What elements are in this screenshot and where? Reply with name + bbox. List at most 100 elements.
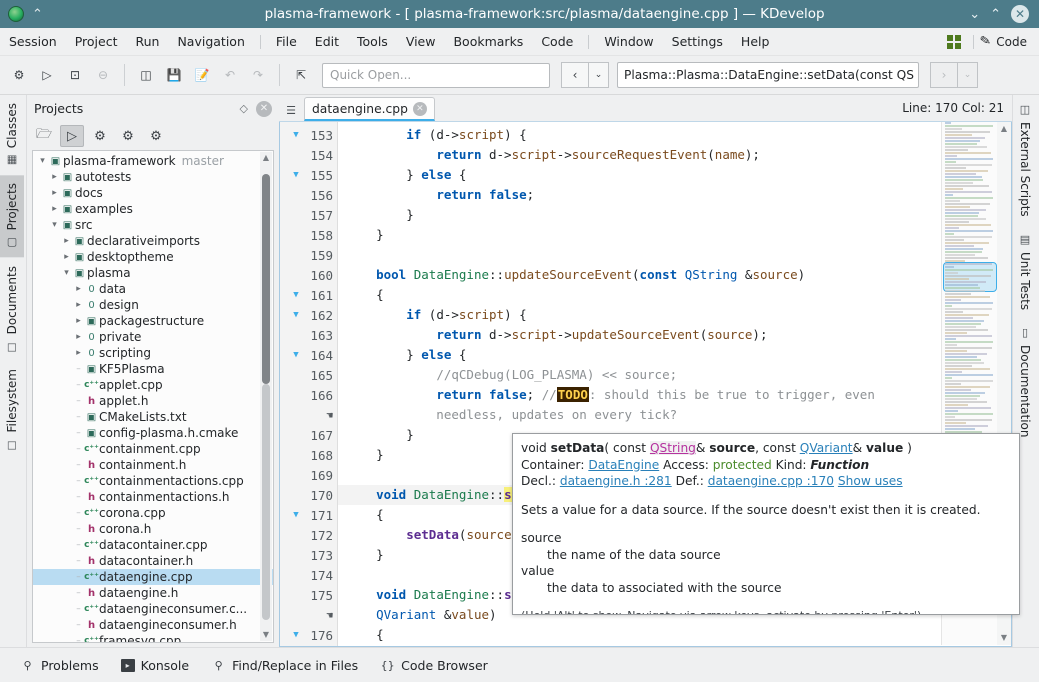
- code-line[interactable]: //qCDebug(LOG_PLASMA) << source;: [338, 365, 1011, 385]
- configure-icon[interactable]: ⚙: [88, 125, 112, 147]
- jump-to-declaration-icon[interactable]: ⇱: [288, 62, 314, 88]
- sidebar-tab-projects[interactable]: ▢ Projects: [0, 175, 24, 257]
- status-item-konsole[interactable]: ▸ Konsole: [121, 658, 189, 673]
- build-icon[interactable]: ▷: [34, 62, 60, 88]
- pin-icon[interactable]: ◇: [240, 102, 248, 115]
- tree-item-applet-cpp[interactable]: –c⁺⁺applet.cpp: [33, 377, 273, 393]
- tree-twisty-expanded-icon[interactable]: ▾: [37, 156, 48, 166]
- configure-build-icon[interactable]: ⚙: [116, 125, 140, 147]
- minimize-button[interactable]: ⌄: [969, 7, 980, 22]
- sidebar-tab-documentation[interactable]: ▯ Documentation: [1013, 318, 1037, 446]
- window-menu-chevron-icon[interactable]: ⌃: [32, 8, 43, 21]
- tooltip-def-link[interactable]: dataengine.cpp :170: [708, 474, 834, 488]
- menu-bookmarks[interactable]: Bookmarks: [444, 31, 532, 52]
- project-tree[interactable]: ▾▣plasma-frameworkmaster▸▣autotests▸▣doc…: [32, 150, 274, 643]
- fold-toggle-icon[interactable]: ▼: [289, 350, 303, 360]
- tree-item-corona-h[interactable]: –hcorona.h: [33, 521, 273, 537]
- install-icon[interactable]: ⊡: [62, 62, 88, 88]
- code-line[interactable]: } else {: [338, 165, 1011, 185]
- menu-session[interactable]: Session: [0, 31, 66, 52]
- tooltip-show-uses-link[interactable]: Show uses: [838, 474, 903, 488]
- configure-launches-icon[interactable]: ⚙: [144, 125, 168, 147]
- editor-scroll-down-icon[interactable]: ▼: [997, 631, 1011, 645]
- tree-item-framesvg-cpp[interactable]: –c⁺⁺framesvg.cpp: [33, 633, 273, 643]
- tree-twisty-collapsed-icon[interactable]: ▸: [49, 188, 60, 198]
- tree-item-data[interactable]: ▸὜0data: [33, 281, 273, 297]
- menu-settings[interactable]: Settings: [663, 31, 732, 52]
- tree-item-dataengineconsumer-c-[interactable]: –c⁺⁺dataengineconsumer.c...: [33, 601, 273, 617]
- tree-item-containmentactions-cpp[interactable]: –c⁺⁺containmentactions.cpp: [33, 473, 273, 489]
- tree-item-containment-cpp[interactable]: –c⁺⁺containment.cpp: [33, 441, 273, 457]
- execute-icon[interactable]: ⚙: [6, 62, 32, 88]
- sidebar-tab-documents[interactable]: ☐ Documents: [0, 258, 24, 361]
- quick-open-input[interactable]: Quick Open...: [322, 63, 550, 88]
- tree-item-kf5plasma[interactable]: –▣KF5Plasma: [33, 361, 273, 377]
- tree-twisty-expanded-icon[interactable]: ▾: [61, 268, 72, 278]
- sidebar-tab-classes[interactable]: ▦ Classes: [0, 95, 24, 175]
- tree-item-datacontainer-h[interactable]: –hdatacontainer.h: [33, 553, 273, 569]
- menu-edit[interactable]: Edit: [306, 31, 348, 52]
- fold-toggle-icon[interactable]: ▼: [289, 170, 303, 180]
- code-line[interactable]: if (d->script) {: [338, 305, 1011, 325]
- line-number-gutter[interactable]: ▼153154▼155156157158159160▼161▼162163▼16…: [280, 122, 338, 646]
- tree-item-containmentactions-h[interactable]: –hcontainmentactions.h: [33, 489, 273, 505]
- save-as-icon[interactable]: 📝: [189, 62, 215, 88]
- fold-toggle-icon[interactable]: ▼: [289, 130, 303, 140]
- tree-twisty-collapsed-icon[interactable]: ▸: [73, 332, 84, 342]
- tree-item-packagestructure[interactable]: ▸▣packagestructure: [33, 313, 273, 329]
- tree-twisty-expanded-icon[interactable]: ▾: [49, 220, 60, 230]
- tree-item-examples[interactable]: ▸▣examples: [33, 201, 273, 217]
- code-line[interactable]: if (d->script) {: [338, 125, 1011, 145]
- tree-item-plasma[interactable]: ▾▣plasma: [33, 265, 273, 281]
- code-line[interactable]: bool DataEngine::updateSourceEvent(const…: [338, 265, 1011, 285]
- scrollbar-thumb-upper[interactable]: [262, 174, 270, 384]
- tree-item-desktoptheme[interactable]: ▸▣desktoptheme: [33, 249, 273, 265]
- fold-toggle-icon[interactable]: ▼: [289, 510, 303, 520]
- scroll-up-icon[interactable]: ▲: [260, 152, 272, 164]
- grid-icon[interactable]: [947, 35, 961, 49]
- menu-code[interactable]: Code: [532, 31, 582, 52]
- sidebar-tab-unit-tests[interactable]: ▤ Unit Tests: [1013, 225, 1037, 318]
- tooltip-type-qvariant[interactable]: QVariant: [800, 441, 853, 455]
- close-panel-icon[interactable]: ✕: [256, 101, 272, 117]
- tree-twisty-collapsed-icon[interactable]: ▸: [73, 284, 84, 294]
- fold-toggle-icon[interactable]: ▼: [289, 630, 303, 640]
- tree-item-scripting[interactable]: ▸὜0scripting: [33, 345, 273, 361]
- tree-twisty-collapsed-icon[interactable]: ▸: [73, 316, 84, 326]
- tree-item-config-plasma-h-cmake[interactable]: –▣config-plasma.h.cmake: [33, 425, 273, 441]
- tree-item-containment-h[interactable]: –hcontainment.h: [33, 457, 273, 473]
- menu-navigation[interactable]: Navigation: [168, 31, 253, 52]
- tree-item-declarativeimports[interactable]: ▸▣declarativeimports: [33, 233, 273, 249]
- tree-item-cmakelists-txt[interactable]: –▣CMakeLists.txt: [33, 409, 273, 425]
- tree-twisty-collapsed-icon[interactable]: ▸: [73, 348, 84, 358]
- fold-toggle-icon[interactable]: ▼: [289, 290, 303, 300]
- tree-item-design[interactable]: ▸὜0design: [33, 297, 273, 313]
- editor-scroll-up-icon[interactable]: ▲: [997, 122, 1011, 136]
- build-selection-icon[interactable]: ▷: [60, 125, 84, 147]
- back-button[interactable]: ‹: [561, 62, 588, 88]
- area-switcher-code[interactable]: ✎ Code: [980, 34, 1039, 49]
- tree-item-dataengine-h[interactable]: –hdataengine.h: [33, 585, 273, 601]
- menu-view[interactable]: View: [397, 31, 445, 52]
- code-line[interactable]: DataContainer *s = d->source(source, fal…: [338, 645, 1011, 646]
- tree-twisty-collapsed-icon[interactable]: ▸: [61, 252, 72, 262]
- menu-window[interactable]: Window: [595, 31, 662, 52]
- context-browser-value[interactable]: Plasma::Plasma::DataEngine::setData(cons…: [617, 62, 919, 88]
- project-tree-scrollbar[interactable]: ▲ ▼: [260, 152, 272, 641]
- code-line[interactable]: {: [338, 285, 1011, 305]
- new-file-icon[interactable]: ◫: [133, 62, 159, 88]
- status-item-find-replace[interactable]: ⚲ Find/Replace in Files: [211, 658, 358, 673]
- sidebar-tab-external-scripts[interactable]: ◫ External Scripts: [1013, 95, 1037, 225]
- code-line[interactable]: {: [338, 625, 1011, 645]
- code-line[interactable]: }: [338, 225, 1011, 245]
- code-line[interactable]: }: [338, 205, 1011, 225]
- tab-close-icon[interactable]: ✕: [413, 102, 427, 116]
- code-line[interactable]: needless, updates on every tick?: [338, 405, 1011, 425]
- tree-item-docs[interactable]: ▸▣docs: [33, 185, 273, 201]
- code-line[interactable]: [338, 245, 1011, 265]
- code-line[interactable]: } else {: [338, 345, 1011, 365]
- menu-project[interactable]: Project: [66, 31, 127, 52]
- tree-twisty-collapsed-icon[interactable]: ▸: [49, 204, 60, 214]
- sidebar-tab-filesystem[interactable]: ☐ Filesystem: [0, 361, 24, 459]
- fold-toggle-icon[interactable]: ▼: [289, 310, 303, 320]
